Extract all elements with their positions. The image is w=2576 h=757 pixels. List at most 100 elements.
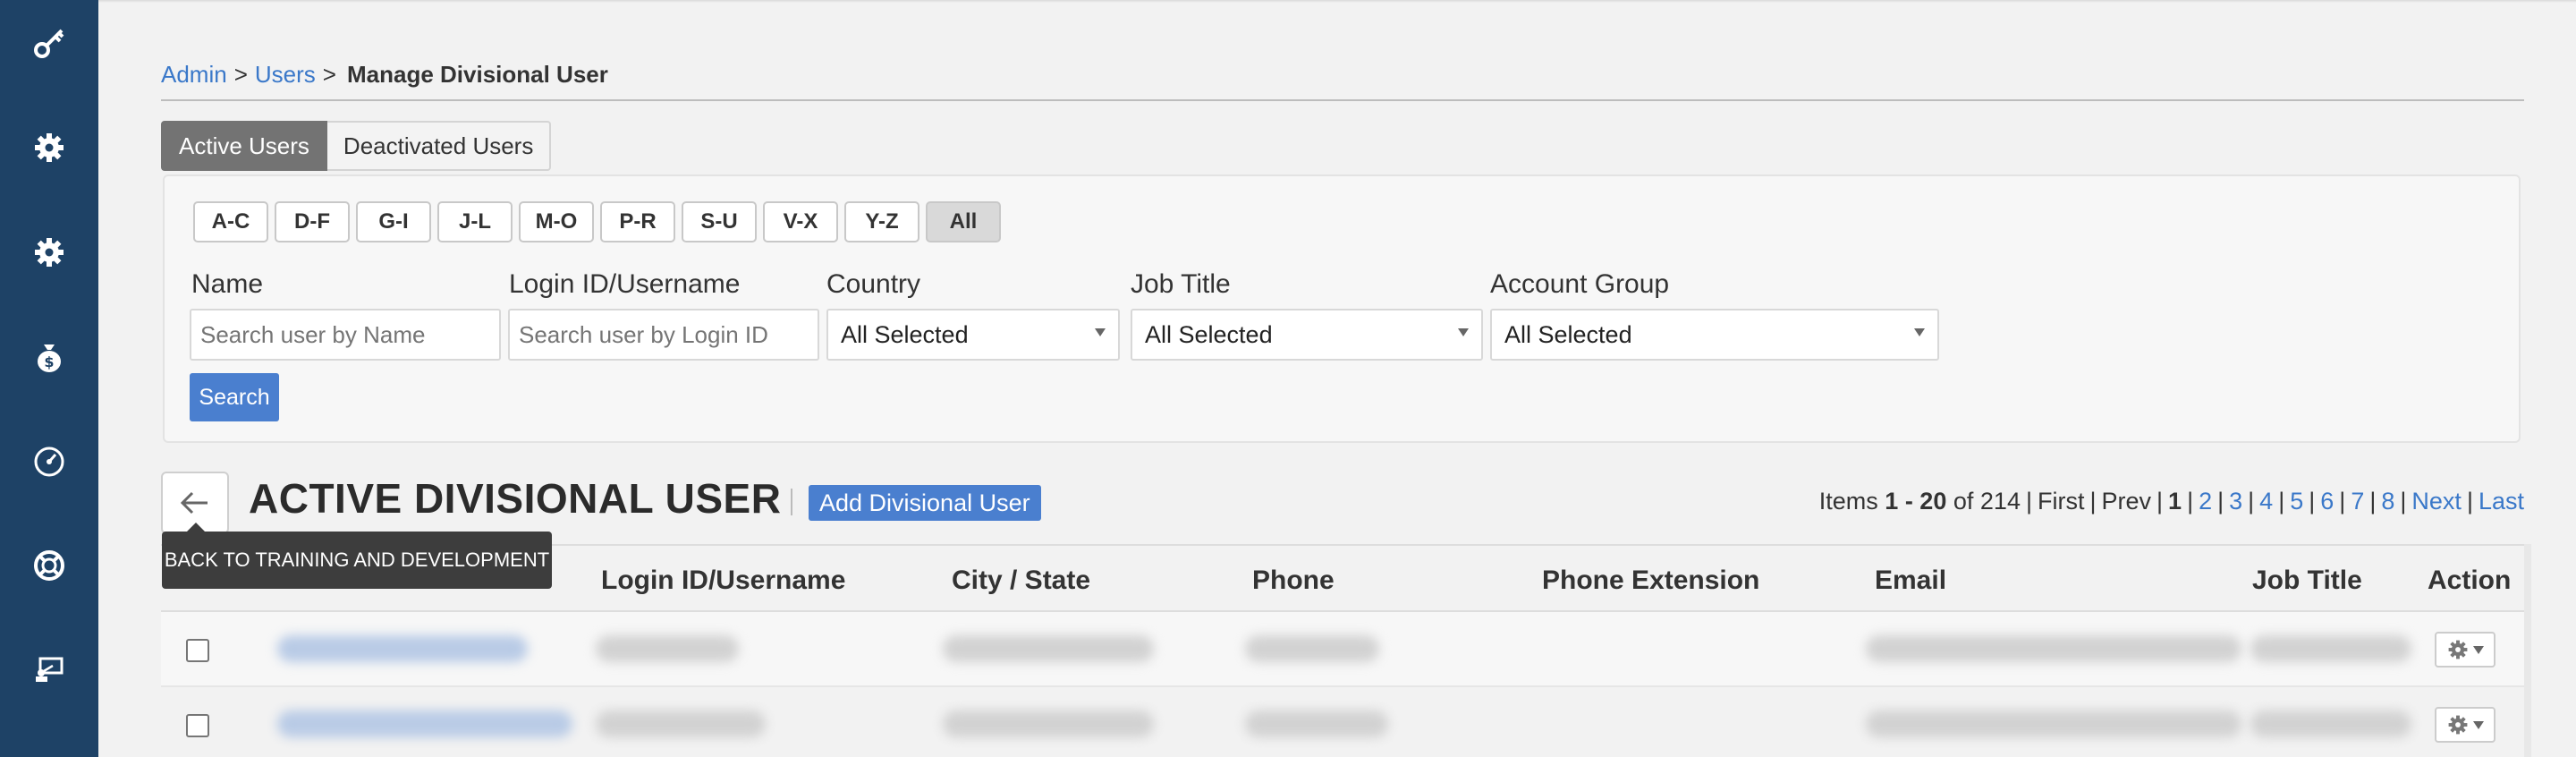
redacted-email	[1866, 635, 2241, 662]
letter-filter-s-u[interactable]: S-U	[682, 201, 757, 242]
svg-text:$: $	[44, 353, 54, 370]
table-row	[161, 687, 2524, 757]
job-title-label: Job Title	[1131, 269, 1231, 299]
letter-filter-d-f[interactable]: D-F	[275, 201, 350, 242]
letter-filter-a-c[interactable]: A-C	[193, 201, 268, 242]
redacted-email	[1866, 710, 2241, 737]
breadcrumb-divider	[161, 99, 2524, 101]
pager-page-link[interactable]: 3	[2229, 488, 2242, 515]
arrow-left-icon	[180, 491, 208, 515]
letter-filter-j-l[interactable]: J-L	[437, 201, 513, 242]
name-label: Name	[191, 269, 264, 299]
items-range: 1 - 20	[1885, 488, 1947, 515]
row-checkbox[interactable]	[186, 714, 209, 737]
pagination: Items 1 - 20 of 214 | First | Prev | 1 |…	[1818, 488, 2524, 515]
row-checkbox[interactable]	[186, 639, 209, 662]
presenter-icon[interactable]	[0, 642, 98, 696]
items-of-label: of	[1953, 488, 1974, 515]
page-title: ACTIVE DIVISIONAL USER	[249, 475, 782, 522]
column-header-login-id[interactable]: Login ID/Username	[601, 566, 845, 596]
column-header-action: Action	[2428, 566, 2512, 595]
table-row	[161, 612, 2524, 687]
breadcrumb-admin-link[interactable]: Admin	[161, 61, 227, 89]
redacted-name[interactable]	[277, 710, 572, 737]
breadcrumb-users-link[interactable]: Users	[255, 61, 316, 89]
money-bag-icon[interactable]: $	[0, 330, 98, 384]
items-label: Items	[1818, 488, 1878, 515]
chevron-down-icon	[2473, 720, 2484, 729]
back-button-tooltip: BACK TO TRAINING AND DEVELOPMENT	[162, 523, 552, 589]
account-group-label: Account Group	[1490, 269, 1670, 299]
chevron-down-icon	[2473, 645, 2484, 654]
breadcrumb: Admin > Users > Manage Divisional User	[161, 61, 608, 89]
letter-filter-all[interactable]: All	[926, 201, 1001, 242]
country-selected-value: All Selected	[841, 320, 969, 348]
title-divider	[791, 489, 792, 515]
country-select[interactable]: All Selected	[826, 309, 1120, 361]
lifebuoy-icon[interactable]	[0, 539, 98, 592]
pager-page-link[interactable]: 2	[2199, 488, 2212, 515]
settings-gear-icon[interactable]	[0, 121, 98, 174]
redacted-phone	[1245, 635, 1379, 662]
job-title-selected-value: All Selected	[1145, 320, 1273, 348]
letter-filter-p-r[interactable]: P-R	[600, 201, 675, 242]
pager-page-link[interactable]: 4	[2259, 488, 2273, 515]
row-action-menu[interactable]	[2435, 707, 2496, 743]
country-label: Country	[826, 269, 921, 299]
letter-filter-g-i[interactable]: G-I	[356, 201, 431, 242]
redacted-city-state	[943, 635, 1154, 662]
tab-deactivated-users[interactable]: Deactivated Users	[326, 121, 552, 171]
letter-filter-y-z[interactable]: Y-Z	[844, 201, 919, 242]
pager-next[interactable]: Next	[2411, 488, 2462, 515]
top-shadow	[98, 0, 2576, 3]
login-id-label: Login ID/Username	[509, 269, 741, 299]
login-id-search-input[interactable]	[508, 309, 819, 361]
redacted-job-title	[2250, 710, 2411, 737]
pager-page-link[interactable]: 5	[2290, 488, 2303, 515]
pager-page-link[interactable]: 8	[2381, 488, 2394, 515]
account-group-selected-value: All Selected	[1504, 320, 1632, 348]
column-header-phone[interactable]: Phone	[1252, 566, 1335, 596]
breadcrumb-separator: >	[233, 61, 248, 88]
breadcrumb-separator: >	[322, 61, 336, 88]
filter-panel: A-C D-F G-I J-L M-O P-R S-U V-X Y-Z All …	[163, 174, 2521, 443]
pager-last[interactable]: Last	[2479, 488, 2524, 515]
chevron-down-icon	[1095, 328, 1106, 336]
pager-prev[interactable]: Prev	[2101, 488, 2151, 515]
pager-page-current: 1	[2168, 488, 2182, 515]
column-header-city-state[interactable]: City / State	[952, 566, 1090, 596]
tab-active-users[interactable]: Active Users	[161, 121, 327, 171]
pager-first[interactable]: First	[2038, 488, 2084, 515]
chevron-down-icon	[1458, 328, 1469, 336]
pager-page-link[interactable]: 7	[2351, 488, 2364, 515]
name-search-input[interactable]	[190, 309, 501, 361]
column-header-phone-extension[interactable]: Phone Extension	[1542, 566, 1759, 596]
column-header-email[interactable]: Email	[1875, 566, 1946, 596]
table-scrollbar[interactable]	[2524, 544, 2531, 757]
redacted-login-id	[596, 635, 739, 662]
letter-filter-group: A-C D-F G-I J-L M-O P-R S-U V-X Y-Z All	[193, 201, 1007, 242]
letter-filter-m-o[interactable]: M-O	[519, 201, 594, 242]
gauge-icon[interactable]	[0, 435, 98, 489]
redacted-phone	[1245, 710, 1388, 737]
key-icon[interactable]	[0, 16, 98, 70]
sidebar: $	[0, 0, 98, 757]
gear-icon	[2448, 640, 2468, 659]
breadcrumb-current: Manage Divisional User	[346, 61, 608, 88]
search-button[interactable]: Search	[190, 373, 279, 421]
pager-page-link[interactable]: 6	[2320, 488, 2334, 515]
config-gear-icon[interactable]	[0, 225, 98, 279]
redacted-name[interactable]	[277, 635, 528, 662]
redacted-job-title	[2250, 635, 2411, 662]
column-header-job-title[interactable]: Job Title	[2252, 566, 2362, 596]
gear-icon	[2448, 715, 2468, 735]
chevron-down-icon	[1914, 328, 1925, 336]
letter-filter-v-x[interactable]: V-X	[763, 201, 838, 242]
job-title-select[interactable]: All Selected	[1131, 309, 1483, 361]
row-action-menu[interactable]	[2435, 632, 2496, 668]
items-total: 214	[1979, 488, 2021, 515]
add-divisional-user-button[interactable]: Add Divisional User	[809, 485, 1041, 521]
redacted-city-state	[943, 710, 1154, 737]
account-group-select[interactable]: All Selected	[1490, 309, 1939, 361]
user-status-tabs: Active Users Deactivated Users	[161, 121, 552, 171]
